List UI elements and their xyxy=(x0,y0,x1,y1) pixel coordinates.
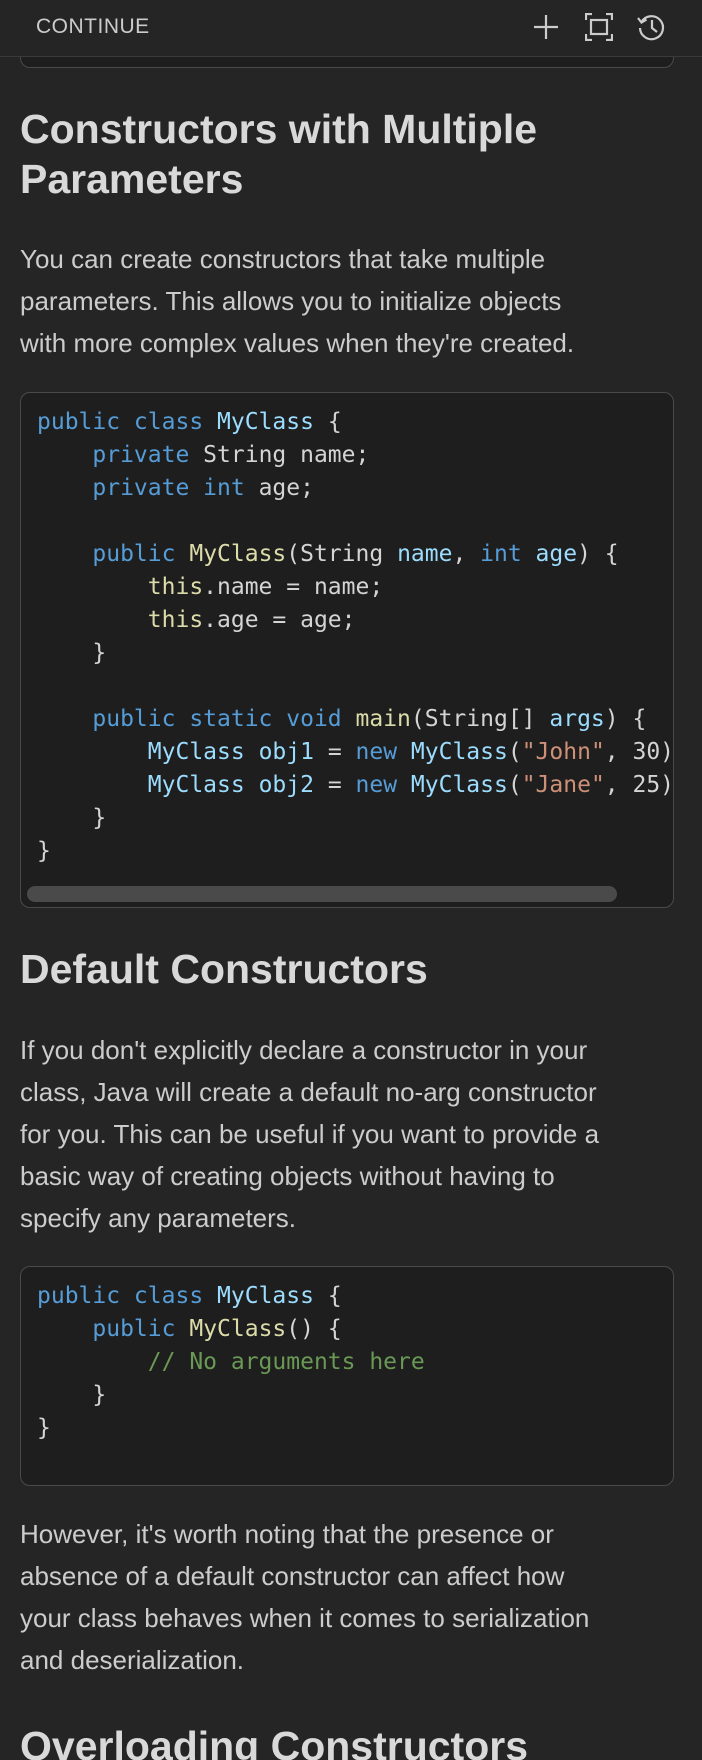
bottom-heading-clip: Overloading Constructors xyxy=(0,1718,702,1760)
paragraph-default-constructors: If you don't explicitly declare a constr… xyxy=(20,1035,600,1233)
paragraph-serialization-note: However, it's worth noting that the pres… xyxy=(20,1519,590,1675)
code-block-default-constructor[interactable]: public class MyClass { public MyClass() … xyxy=(20,1266,674,1486)
panel-title: CONTINUE xyxy=(36,15,150,38)
panel-header: CONTINUE xyxy=(0,0,702,57)
plus-icon xyxy=(534,15,558,39)
fullscreen-icon xyxy=(585,13,613,41)
new-session-button[interactable] xyxy=(527,8,565,46)
history-button[interactable] xyxy=(632,8,670,46)
fullscreen-button[interactable] xyxy=(580,8,618,46)
paragraph-multiple-parameters: You can create constructors that take mu… xyxy=(20,244,575,358)
code-text: public class MyClass { public MyClass() … xyxy=(37,1283,425,1441)
code-block-multiple-parameters[interactable]: public class MyClass { private String na… xyxy=(20,392,674,908)
history-icon xyxy=(637,15,665,41)
heading-multiple-parameters: Constructors with Multiple Parameters xyxy=(20,106,538,202)
heading-default-constructors: Default Constructors xyxy=(20,946,428,992)
horizontal-scrollbar[interactable] xyxy=(27,886,617,902)
code-text: public class MyClass { private String na… xyxy=(37,409,673,864)
heading-overloading-constructors: Overloading Constructors xyxy=(20,1723,529,1760)
